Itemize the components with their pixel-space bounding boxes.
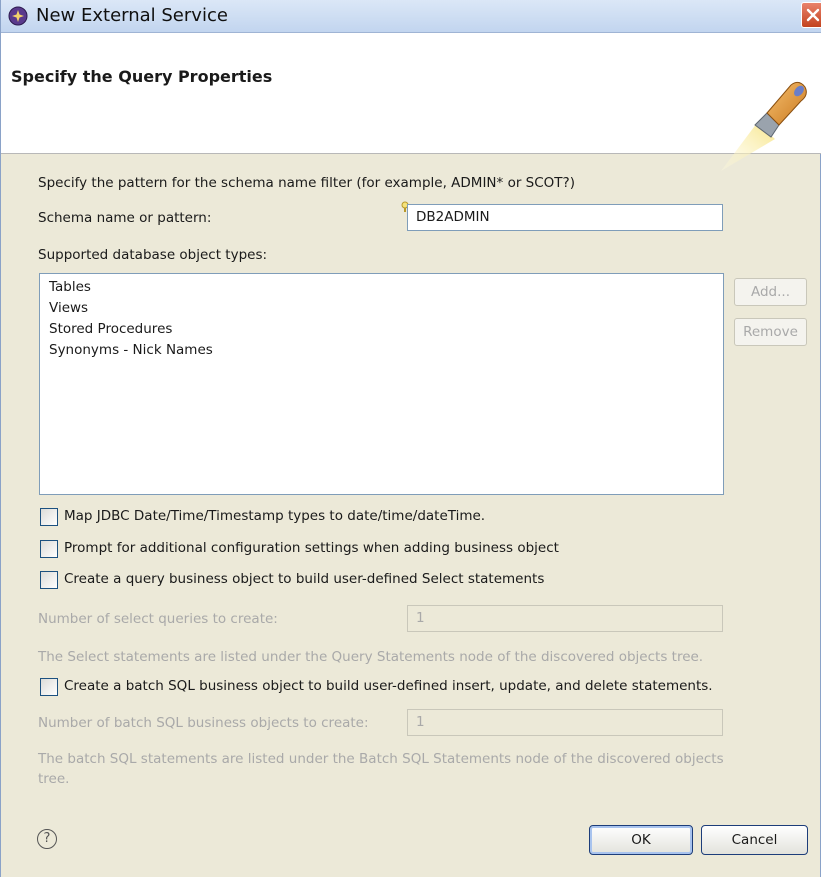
window-title: New External Service (36, 5, 228, 26)
list-item[interactable]: Tables (49, 277, 714, 298)
ok-button[interactable]: OK (589, 825, 693, 855)
num-select-input[interactable]: 1 (407, 605, 723, 632)
num-batch-input[interactable]: 1 (407, 709, 723, 736)
prompt-settings-label: Prompt for additional configuration sett… (64, 540, 559, 556)
object-types-label: Supported database object types: (38, 247, 268, 263)
map-jdbc-checkbox[interactable] (40, 508, 58, 526)
num-select-label: Number of select queries to create: (38, 611, 278, 627)
close-icon (806, 8, 820, 22)
new-external-service-dialog: New External Service Specify the Query P… (0, 0, 821, 877)
page-title: Specify the Query Properties (11, 67, 273, 86)
map-jdbc-label: Map JDBC Date/Time/Timestamp types to da… (64, 508, 486, 524)
schema-name-label: Schema name or pattern: (38, 210, 212, 226)
batch-note: The batch SQL statements are listed unde… (38, 751, 724, 767)
schema-name-input[interactable]: DB2ADMIN (407, 204, 723, 231)
remove-button[interactable]: Remove (734, 318, 807, 346)
select-note: The Select statements are listed under t… (38, 649, 704, 665)
cancel-button[interactable]: Cancel (701, 825, 808, 855)
object-types-list[interactable]: Tables Views Stored Procedures Synonyms … (39, 273, 724, 495)
batch-bo-label: Create a batch SQL business object to bu… (64, 678, 713, 694)
list-item[interactable]: Synonyms - Nick Names (49, 340, 714, 361)
intro-text: Specify the pattern for the schema name … (38, 175, 575, 191)
list-item[interactable]: Stored Procedures (49, 319, 714, 340)
help-icon[interactable]: ? (37, 829, 57, 849)
query-bo-checkbox[interactable] (40, 571, 58, 589)
wizard-banner: Specify the Query Properties (1, 33, 821, 171)
app-icon (8, 6, 28, 26)
num-batch-label: Number of batch SQL business objects to … (38, 715, 369, 731)
flashlight-icon (721, 81, 807, 171)
prompt-settings-checkbox[interactable] (40, 540, 58, 558)
close-button[interactable] (801, 2, 821, 28)
add-button[interactable]: Add... (734, 278, 807, 306)
batch-note-continued: tree. (38, 771, 70, 787)
batch-bo-checkbox[interactable] (40, 678, 58, 696)
title-bar: New External Service (1, 0, 821, 33)
list-item[interactable]: Views (49, 298, 714, 319)
query-bo-label: Create a query business object to build … (64, 571, 545, 587)
